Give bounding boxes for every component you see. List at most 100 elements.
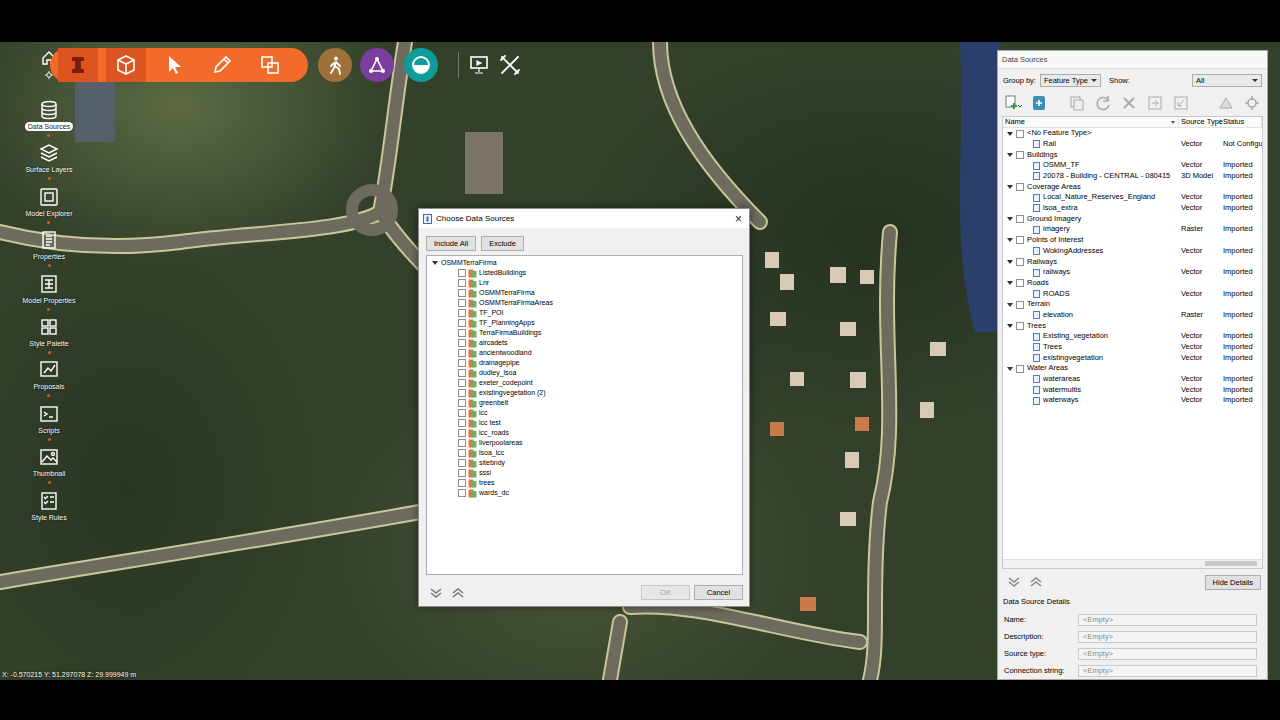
sidebar-item[interactable]: Proposals bbox=[30, 360, 67, 403]
item-checkbox[interactable] bbox=[458, 289, 466, 297]
column-header[interactable]: Name bbox=[1003, 117, 1179, 127]
group-checkbox[interactable] bbox=[1016, 322, 1024, 330]
tree-item[interactable]: OSMMTerraFirmaAreas bbox=[427, 298, 742, 308]
hide-details-button[interactable]: Hide Details bbox=[1205, 575, 1261, 590]
walk-button[interactable] bbox=[318, 48, 352, 82]
sidebar-item[interactable]: Data Sources bbox=[25, 100, 73, 143]
copy-icon[interactable] bbox=[1068, 94, 1086, 112]
item-checkbox[interactable] bbox=[458, 299, 466, 307]
pencil-icon[interactable] bbox=[211, 54, 233, 76]
import-icon[interactable] bbox=[1172, 94, 1190, 112]
tree-item[interactable]: OSMMTerraFirma bbox=[427, 288, 742, 298]
item-checkbox[interactable] bbox=[458, 279, 466, 287]
tool-button[interactable] bbox=[58, 48, 98, 82]
globe-icon[interactable] bbox=[410, 54, 432, 76]
item-checkbox[interactable] bbox=[458, 359, 466, 367]
show-select[interactable]: All bbox=[1192, 74, 1262, 87]
present-button[interactable] bbox=[469, 55, 489, 75]
source-row[interactable]: railwaysVectorImported bbox=[1003, 267, 1262, 278]
group-row[interactable]: Water Areas bbox=[1003, 363, 1262, 374]
tools-icon[interactable] bbox=[499, 54, 521, 76]
item-checkbox[interactable] bbox=[458, 269, 466, 277]
collapse-all-icon[interactable] bbox=[1030, 577, 1042, 587]
source-row[interactable]: watermultisVectorImported bbox=[1003, 385, 1262, 396]
group-row[interactable]: <No Feature Type> bbox=[1003, 128, 1262, 139]
sidebar-item[interactable]: Style Rules bbox=[28, 491, 69, 534]
sidebar-item[interactable]: Thumbnail bbox=[30, 447, 69, 490]
expand-toggle[interactable] bbox=[1007, 281, 1013, 285]
properties-icon[interactable] bbox=[39, 230, 59, 250]
include-all-button[interactable]: Include All bbox=[426, 236, 476, 251]
field-input[interactable]: <Empty> bbox=[1078, 648, 1257, 660]
sidebar-label[interactable]: Model Explorer bbox=[22, 209, 75, 218]
shapes-icon[interactable] bbox=[259, 54, 281, 76]
group-checkbox[interactable] bbox=[1016, 301, 1024, 309]
globe-button[interactable] bbox=[404, 48, 438, 82]
new-source-icon[interactable] bbox=[1004, 94, 1022, 112]
tool-button[interactable] bbox=[202, 48, 242, 82]
item-checkbox[interactable] bbox=[458, 489, 466, 497]
source-row[interactable]: existingvegetationVectorImported bbox=[1003, 353, 1262, 364]
tool-button[interactable] bbox=[154, 48, 194, 82]
database-add-icon[interactable] bbox=[1030, 94, 1048, 112]
item-checkbox[interactable] bbox=[458, 419, 466, 427]
tree-item[interactable]: TerraFirmaBuildings bbox=[427, 328, 742, 338]
expand-toggle[interactable] bbox=[1007, 132, 1013, 136]
group-checkbox[interactable] bbox=[1016, 183, 1024, 191]
sidebar-item[interactable]: Model Explorer bbox=[22, 187, 75, 230]
tree-item[interactable]: lcc bbox=[427, 408, 742, 418]
tree-item[interactable]: Lnr bbox=[427, 278, 742, 288]
group-checkbox[interactable] bbox=[1016, 151, 1024, 159]
item-checkbox[interactable] bbox=[458, 479, 466, 487]
expand-toggle[interactable] bbox=[1007, 367, 1013, 371]
group-row[interactable]: Ground Imagery bbox=[1003, 214, 1262, 225]
item-checkbox[interactable] bbox=[458, 339, 466, 347]
group-checkbox[interactable] bbox=[1016, 365, 1024, 373]
tree-item[interactable]: ancientwoodland bbox=[427, 348, 742, 358]
item-checkbox[interactable] bbox=[458, 379, 466, 387]
palette-icon[interactable] bbox=[39, 317, 59, 337]
expand-toggle[interactable] bbox=[1007, 153, 1013, 157]
tree-item[interactable]: drainagepipe bbox=[427, 358, 742, 368]
tree-item[interactable]: lcc test bbox=[427, 418, 742, 428]
tree-item[interactable]: lsoa_lcc bbox=[427, 448, 742, 458]
group-row[interactable]: Terrain bbox=[1003, 299, 1262, 310]
refresh-icon[interactable] bbox=[1094, 94, 1112, 112]
group-checkbox[interactable] bbox=[1016, 130, 1024, 138]
item-checkbox[interactable] bbox=[458, 329, 466, 337]
source-row[interactable]: elevationRasterImported bbox=[1003, 310, 1262, 321]
style-rules-icon[interactable] bbox=[39, 491, 59, 511]
sidebar-item[interactable]: Surface Layers bbox=[22, 143, 75, 186]
tree-item[interactable]: wards_dc bbox=[427, 488, 742, 498]
tree-item[interactable]: sitebndy bbox=[427, 458, 742, 468]
scroll-thumb[interactable] bbox=[1205, 561, 1257, 566]
tree-item[interactable]: ListedBuildings bbox=[427, 268, 742, 278]
network-icon[interactable] bbox=[367, 55, 387, 75]
group-row[interactable]: Buildings bbox=[1003, 150, 1262, 161]
model-properties-icon[interactable] bbox=[39, 274, 59, 294]
expand-toggle[interactable] bbox=[1007, 238, 1013, 242]
expand-toggle[interactable] bbox=[1007, 185, 1013, 189]
group-row[interactable]: Trees bbox=[1003, 321, 1262, 332]
walking-person-icon[interactable] bbox=[325, 55, 345, 75]
map-view[interactable]: Data Sources Surface Layers Model Explorer… bbox=[0, 42, 1280, 680]
group-checkbox[interactable] bbox=[1016, 258, 1024, 266]
proposals-icon[interactable] bbox=[39, 360, 59, 380]
source-row[interactable]: waterareasVectorImported bbox=[1003, 374, 1262, 385]
tree-item[interactable]: exeter_codepoint bbox=[427, 378, 742, 388]
sidebar-label[interactable]: Style Rules bbox=[28, 513, 69, 522]
scripts-icon[interactable] bbox=[39, 404, 59, 424]
sidebar-item[interactable]: Style Palette bbox=[26, 317, 71, 360]
source-row[interactable]: lsoa_extraVectorImported bbox=[1003, 203, 1262, 214]
item-checkbox[interactable] bbox=[458, 399, 466, 407]
group-checkbox[interactable] bbox=[1016, 236, 1024, 244]
item-checkbox[interactable] bbox=[458, 469, 466, 477]
sidebar-label[interactable]: Proposals bbox=[30, 382, 67, 391]
source-row[interactable]: imageryRasterImported bbox=[1003, 224, 1262, 235]
cancel-button[interactable]: Cancel bbox=[694, 585, 743, 600]
sidebar-label[interactable]: Data Sources bbox=[25, 122, 73, 131]
sidebar-label[interactable]: Surface Layers bbox=[22, 165, 75, 174]
tree-item[interactable]: existingvegetation (2) bbox=[427, 388, 742, 398]
tree-item[interactable]: TF_PlanningApps bbox=[427, 318, 742, 328]
tree-item[interactable]: lcc_roads bbox=[427, 428, 742, 438]
